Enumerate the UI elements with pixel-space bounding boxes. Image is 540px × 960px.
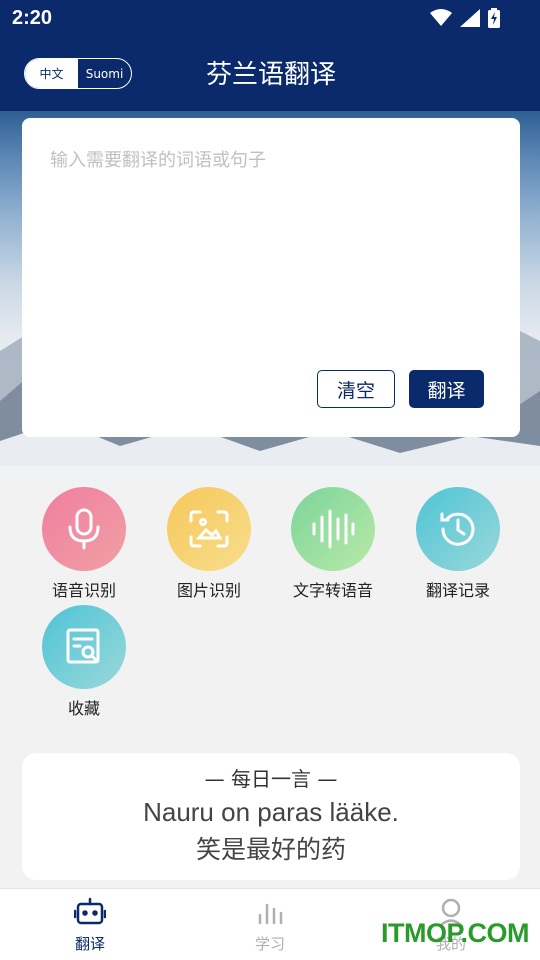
nav-item-learn[interactable]: 学习 <box>220 897 320 954</box>
history-clock-icon <box>416 487 500 571</box>
translate-card: 清空 翻译 <box>22 118 520 437</box>
waveform-icon <box>291 487 375 571</box>
feature-voice-recognition[interactable]: 语音识别 <box>34 487 134 601</box>
feature-text-to-speech[interactable]: 文字转语音 <box>283 487 383 601</box>
wifi-icon <box>430 9 452 26</box>
nav-item-translate[interactable]: 翻译 <box>40 897 140 954</box>
microphone-icon <box>42 487 126 571</box>
feature-label: 收藏 <box>67 699 100 718</box>
battery-icon <box>488 8 500 28</box>
feature-label: 语音识别 <box>51 581 116 600</box>
signal-icon <box>460 9 480 27</box>
translation-input[interactable] <box>50 146 490 346</box>
feature-label: 翻译记录 <box>425 581 490 600</box>
feature-favorites[interactable]: 收藏 <box>34 605 134 719</box>
quote-finnish: Nauru on paras lääke. <box>143 797 399 827</box>
feature-image-recognition[interactable]: 图片识别 <box>159 487 259 601</box>
status-icons <box>430 8 500 28</box>
status-bar: 2:20 <box>0 0 540 38</box>
page-title: 芬兰语翻译 <box>205 60 336 90</box>
bar-chart-icon <box>258 903 283 925</box>
translate-button[interactable]: 翻译 <box>409 370 484 408</box>
status-time: 2:20 <box>12 7 53 29</box>
image-scan-icon <box>167 487 251 571</box>
nav-label: 学习 <box>254 935 285 953</box>
watermark: ITMOP.COM <box>381 918 530 948</box>
daily-quote-card: — 每日一言 — Nauru on paras lääke. 笑是最好的药 <box>22 753 520 880</box>
feature-label: 文字转语音 <box>292 581 373 600</box>
feature-label: 图片识别 <box>176 581 241 600</box>
robot-icon <box>73 897 107 925</box>
feature-translation-history[interactable]: 翻译记录 <box>408 487 508 601</box>
quote-chinese: 笑是最好的药 <box>195 835 346 864</box>
quote-heading: — 每日一言 — <box>204 767 338 791</box>
app-bar: 中文 Suomi 芬兰语翻译 <box>0 38 540 111</box>
clear-button[interactable]: 清空 <box>317 370 395 408</box>
favorites-doc-icon <box>42 605 126 689</box>
nav-label: 翻译 <box>74 935 105 953</box>
